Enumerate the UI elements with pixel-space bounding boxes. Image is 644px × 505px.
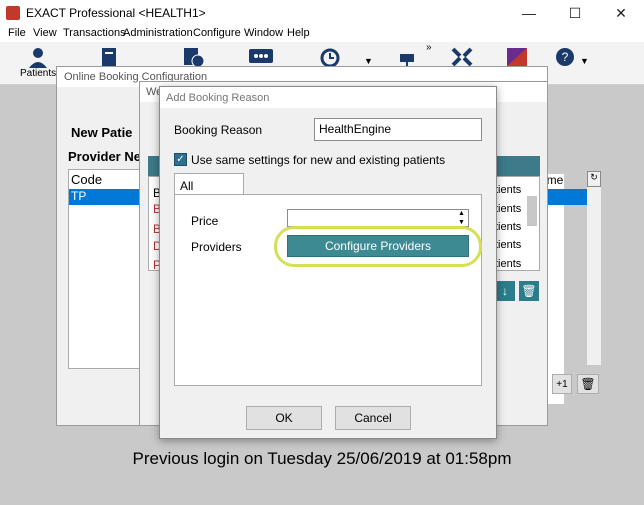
menu-bar: File View Transactions Administration Co… [0,26,644,42]
table-scrollbar-thumb[interactable] [527,196,537,226]
price-input[interactable] [287,209,469,227]
refresh-icon[interactable]: ↻ [587,171,601,187]
same-settings-checkbox[interactable]: ✓ [174,153,187,166]
delete-button[interactable]: 🗑 [577,374,599,394]
menu-view[interactable]: View [33,27,57,39]
menu-administration[interactable]: Administration [123,27,193,39]
patients-cell[interactable]: tients [495,239,521,251]
patients-cell[interactable]: tients [495,258,521,270]
arrows-icon[interactable] [450,46,474,68]
menu-window[interactable]: Window [244,27,283,39]
alarm-clock-icon[interactable] [318,46,342,68]
title-bar: EXACT Professional <HEALTH1> — ☐ ✕ [0,0,644,26]
plus-one-button[interactable]: +1 [552,374,572,394]
menu-transactions[interactable]: Transactions [63,27,126,39]
app-icon [6,6,20,20]
cancel-button[interactable]: Cancel [335,406,411,430]
price-spinner-icon[interactable]: ▲ ▼ [458,209,465,227]
menu-configure[interactable]: Configure [193,27,241,39]
trash-icon: 🗑 [580,377,596,391]
move-down-button[interactable]: ↓ [495,281,515,301]
arrow-down-icon: ↓ [502,284,508,298]
provider-code: TP [71,189,87,203]
price-label: Price [191,214,219,228]
close-button[interactable]: ✕ [598,0,644,26]
schedule-icon[interactable] [181,46,205,68]
add-booking-reason-dialog: Add Booking Reason Booking Reason Health… [159,86,497,439]
menu-help[interactable]: Help [287,27,310,39]
patients-cell[interactable]: tients [495,221,521,233]
minimize-button[interactable]: — [506,0,552,26]
booking-reason-input[interactable]: HealthEngine [314,118,482,141]
same-settings-label: Use same settings for new and existing p… [191,153,446,167]
patients-label[interactable]: Patients [20,68,56,79]
maximize-button[interactable]: ☐ [552,0,598,26]
report-icon[interactable] [505,46,529,68]
ok-button[interactable]: OK [246,406,322,430]
mailbox-icon[interactable] [396,46,420,68]
configure-providers-button[interactable]: Configure Providers [287,235,469,257]
chat-icon[interactable] [248,46,273,68]
booking-reason-label: Booking Reason [174,123,263,137]
tab-all-patients[interactable]: All Patients [174,173,244,207]
patients-icon[interactable] [26,46,50,68]
dropdown-arrow-icon[interactable]: ▼ [364,56,373,66]
clipboard-icon[interactable] [97,46,121,68]
patients-cell[interactable]: tients [495,203,521,215]
svg-text:?: ? [562,50,569,64]
provider-heading: Provider Ne [68,149,141,164]
menu-file[interactable]: File [8,27,26,39]
providers-label: Providers [191,240,242,254]
help-icon[interactable]: ? [553,46,577,68]
window-title: EXACT Professional <HEALTH1> [26,6,206,20]
remove-button[interactable]: 🗑 [519,281,539,301]
code-column-header[interactable]: Code [71,172,102,187]
help-dropdown-icon[interactable]: ▼ [580,56,589,66]
login-status-message: Previous login on Tuesday 25/06/2019 at … [132,449,512,468]
add-booking-reason-title: Add Booking Reason [160,87,496,108]
right-scrollbar[interactable] [587,187,601,365]
trash-icon: 🗑 [521,284,537,298]
more-tools-icon[interactable]: » [426,42,432,53]
patients-cell[interactable]: tients [495,184,521,196]
new-patients-heading: New Patie [71,125,133,140]
